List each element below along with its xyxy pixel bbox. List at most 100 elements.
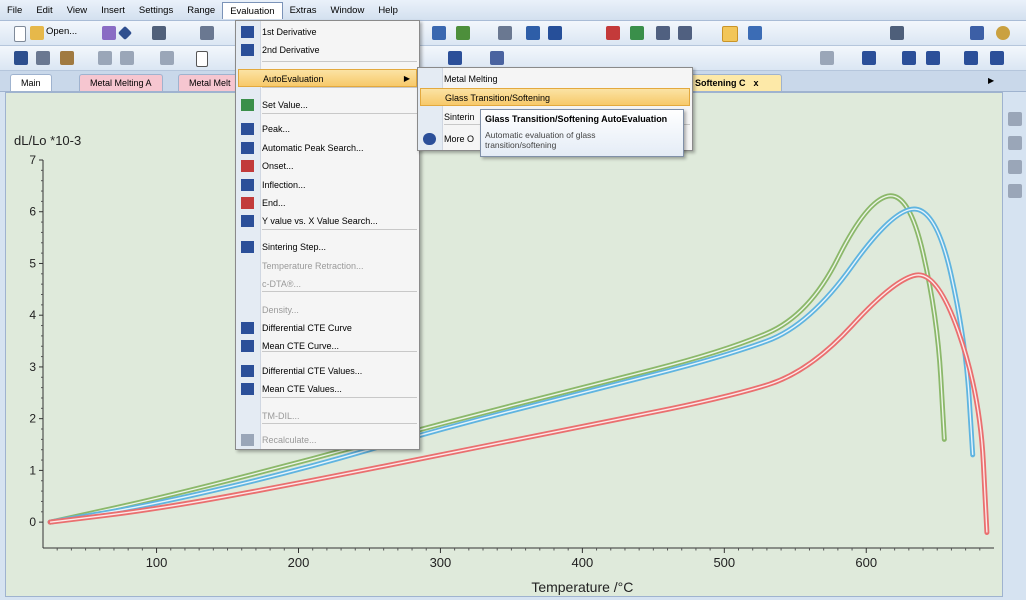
cte-diff-icon[interactable] bbox=[902, 51, 916, 65]
second-derivative-icon bbox=[241, 44, 254, 56]
label-icon[interactable] bbox=[862, 51, 876, 65]
side-tool-1-icon[interactable] bbox=[1008, 112, 1022, 126]
fullscreen-icon[interactable] bbox=[678, 26, 692, 40]
menu-item-differential-cte-curve[interactable]: Differential CTE Curve bbox=[236, 319, 419, 337]
menu-item-end[interactable]: End... bbox=[236, 194, 419, 212]
menu-item-recalculate[interactable]: Recalculate... bbox=[236, 431, 419, 449]
scale-icon[interactable] bbox=[630, 26, 644, 40]
edit-icon[interactable] bbox=[160, 51, 174, 65]
peak-icon[interactable] bbox=[448, 51, 462, 65]
submenu-item-glass-transition-softening[interactable]: Glass Transition/Softening bbox=[420, 88, 690, 106]
menu-item-tm-dil[interactable]: TM-DIL... bbox=[236, 407, 419, 425]
menu-item-c-dta[interactable]: c-DTA®... bbox=[236, 275, 419, 293]
menu-evaluation[interactable]: Evaluation bbox=[222, 1, 283, 19]
menu-file[interactable]: File bbox=[0, 2, 29, 19]
menu-range[interactable]: Range bbox=[180, 2, 222, 19]
menu-item-label: Inflection... bbox=[262, 180, 306, 190]
save-icon[interactable] bbox=[102, 26, 116, 40]
series-line-1[interactable] bbox=[47, 193, 947, 525]
menu-item-first-derivative[interactable]: 1st Derivative bbox=[236, 23, 419, 41]
menu-item-onset[interactable]: Onset... bbox=[236, 157, 419, 175]
open-button[interactable]: Open... bbox=[46, 26, 77, 37]
menu-insert[interactable]: Insert bbox=[94, 2, 132, 19]
menu-item-label: Differential CTE Curve bbox=[262, 323, 352, 333]
select-icon[interactable] bbox=[748, 26, 762, 40]
diamond-icon[interactable] bbox=[117, 25, 133, 41]
x-tick-label: 500 bbox=[713, 555, 735, 570]
cte-mean-icon[interactable] bbox=[926, 51, 940, 65]
chart-tool-icon[interactable] bbox=[432, 26, 446, 40]
x-tick-label: 300 bbox=[430, 555, 452, 570]
menu-item-peak[interactable]: Peak... bbox=[236, 120, 419, 138]
diff-icon[interactable] bbox=[490, 51, 504, 65]
menu-item-inflection[interactable]: Inflection... bbox=[236, 176, 419, 194]
frame-icon[interactable] bbox=[196, 51, 208, 67]
axis-icon[interactable] bbox=[820, 51, 834, 65]
close-tab-icon[interactable]: x bbox=[754, 78, 759, 88]
menu-item-second-derivative[interactable]: 2nd Derivative bbox=[236, 41, 419, 59]
new-document-icon[interactable] bbox=[14, 26, 26, 42]
menu-item-mean-cte-curve[interactable]: Mean CTE Curve... bbox=[236, 337, 419, 355]
menu-item-label: More O bbox=[444, 134, 475, 144]
series-line-2[interactable] bbox=[47, 206, 976, 525]
menu-item-mean-cte-values[interactable]: Mean CTE Values... bbox=[236, 380, 419, 398]
menu-item-automatic-peak-search[interactable]: Automatic Peak Search... bbox=[236, 139, 419, 157]
menu-item-label: Sinterin bbox=[444, 112, 475, 122]
copy-icon[interactable] bbox=[120, 51, 134, 65]
move-icon[interactable] bbox=[606, 26, 620, 40]
side-tool-3-icon[interactable] bbox=[1008, 160, 1022, 174]
menu-help[interactable]: Help bbox=[371, 2, 405, 19]
help-icon[interactable] bbox=[970, 26, 984, 40]
font-icon[interactable] bbox=[36, 51, 50, 65]
print-icon[interactable] bbox=[152, 26, 166, 40]
zoom-icon[interactable] bbox=[498, 26, 512, 40]
menu-item-label: 1st Derivative bbox=[262, 27, 317, 37]
menu-item-temperature-retraction[interactable]: Temperature Retraction... bbox=[236, 257, 419, 275]
table-icon[interactable] bbox=[456, 26, 470, 40]
menu-view[interactable]: View bbox=[60, 2, 94, 19]
tab-softening-c[interactable]: Softening C x bbox=[690, 74, 782, 91]
first-derivative-icon bbox=[241, 26, 254, 38]
menu-item-label: 2nd Derivative bbox=[262, 45, 320, 55]
open-folder-icon[interactable] bbox=[30, 26, 44, 40]
menu-item-set-value[interactable]: Set Value... bbox=[236, 96, 419, 114]
tab-main[interactable]: Main bbox=[10, 74, 52, 91]
plot-area[interactable]: 0 1 2 3 4 5 6 7 100 200 300 400 500 600 dL/Lo *10-3 Tem… bbox=[5, 92, 1003, 597]
cte-icon[interactable] bbox=[990, 51, 1004, 65]
cut-icon[interactable] bbox=[98, 51, 112, 65]
side-tool-2-icon[interactable] bbox=[1008, 136, 1022, 150]
side-tool-4-icon[interactable] bbox=[1008, 184, 1022, 198]
menu-item-differential-cte-values[interactable]: Differential CTE Values... bbox=[236, 362, 419, 380]
tab-metal-melting-a[interactable]: Metal Melting A bbox=[79, 74, 163, 91]
menu-item-label: Density... bbox=[262, 305, 299, 315]
settings-icon[interactable] bbox=[890, 26, 904, 40]
y-value-search-icon bbox=[241, 215, 254, 227]
menu-item-autoevaluation[interactable]: AutoEvaluation ▶ bbox=[238, 69, 417, 87]
graph-icon[interactable] bbox=[526, 26, 540, 40]
menu-extras[interactable]: Extras bbox=[283, 2, 324, 19]
cursor-icon[interactable] bbox=[722, 26, 738, 42]
series-line-highlight bbox=[49, 208, 974, 523]
menu-window[interactable]: Window bbox=[324, 2, 372, 19]
automatic-peak-search-icon bbox=[241, 142, 254, 154]
scroll-right-icon[interactable]: ▶ bbox=[988, 76, 994, 85]
fit-icon[interactable] bbox=[656, 26, 670, 40]
search-icon[interactable] bbox=[996, 26, 1010, 40]
preview-icon[interactable] bbox=[200, 26, 214, 40]
menu-item-label: Y value vs. X Value Search... bbox=[262, 216, 378, 226]
menu-item-y-value-search[interactable]: Y value vs. X Value Search... bbox=[236, 212, 419, 230]
menu-item-label: Onset... bbox=[262, 161, 294, 171]
menu-edit[interactable]: Edit bbox=[29, 2, 59, 19]
paste-icon[interactable] bbox=[60, 51, 74, 65]
inflection-icon bbox=[241, 179, 254, 191]
menu-item-density[interactable]: Density... bbox=[236, 301, 419, 319]
tab-metal-melt[interactable]: Metal Melt bbox=[178, 74, 242, 91]
bars-icon[interactable] bbox=[548, 26, 562, 40]
text-icon[interactable] bbox=[14, 51, 28, 65]
menu-item-label: c-DTA®... bbox=[262, 279, 301, 289]
menu-item-sintering-step[interactable]: Sintering Step... bbox=[236, 238, 419, 256]
align-icon[interactable] bbox=[964, 51, 978, 65]
menu-settings[interactable]: Settings bbox=[132, 2, 180, 19]
submenu-item-metal-melting[interactable]: Metal Melting bbox=[418, 70, 692, 88]
menu-item-label: Peak... bbox=[262, 124, 291, 134]
